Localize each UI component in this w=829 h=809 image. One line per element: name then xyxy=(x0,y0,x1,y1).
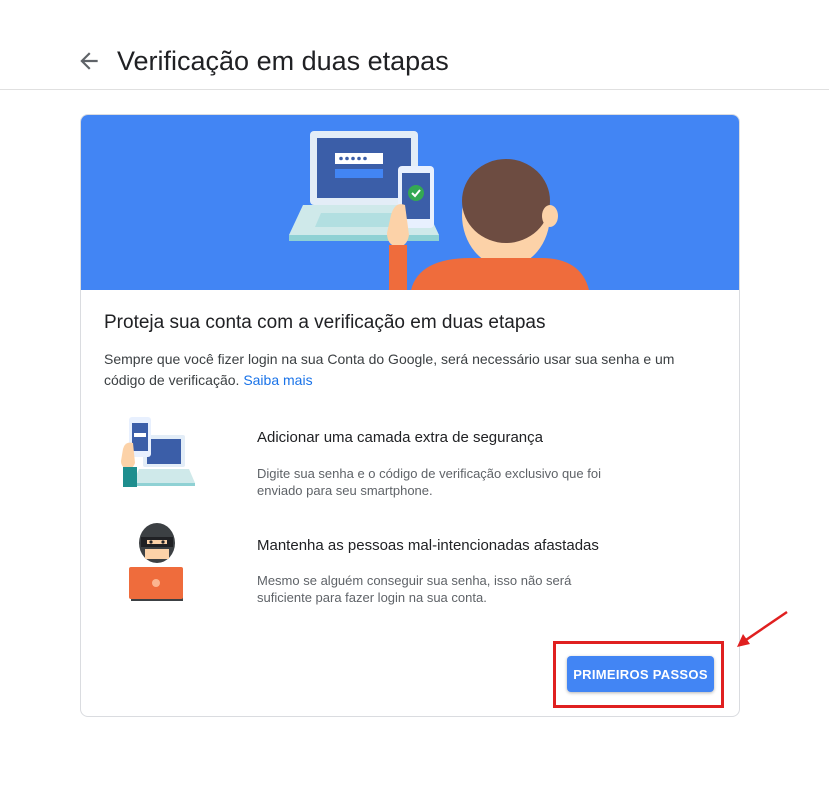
page-header: Verificação em duas etapas xyxy=(0,0,829,90)
feature-title: Adicionar uma camada extra de segurança xyxy=(257,429,543,446)
card-description-text: Sempre que você fizer login na sua Conta… xyxy=(104,351,675,388)
feature-title: Mantenha as pessoas mal-intencionadas af… xyxy=(257,537,599,554)
two-step-card: Proteja sua conta com a verificação em d… xyxy=(80,114,740,717)
hacker-icon xyxy=(129,523,183,601)
annotation-arrow-icon xyxy=(737,610,788,647)
phone-laptop-icon xyxy=(121,417,195,487)
hero-banner xyxy=(81,115,739,290)
card-title: Proteja sua conta com a verificação em d… xyxy=(104,312,546,333)
card-description: Sempre que você fizer login na sua Conta… xyxy=(104,349,704,391)
page-title: Verificação em duas etapas xyxy=(117,46,449,76)
feature-description: Mesmo se alguém conseguir sua senha, iss… xyxy=(257,573,572,605)
hero-illustration xyxy=(289,131,589,290)
arrow-back-icon[interactable] xyxy=(76,48,102,74)
learn-more-link[interactable]: Saiba mais xyxy=(243,372,312,388)
get-started-button[interactable]: PRIMEIROS PASSOS xyxy=(567,656,714,692)
feature-description: Digite sua senha e o código de verificaç… xyxy=(257,466,601,498)
